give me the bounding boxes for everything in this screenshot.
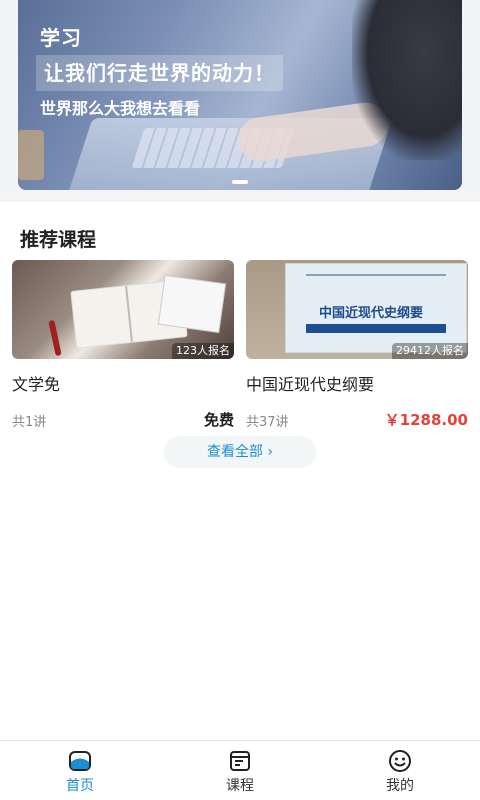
see-all-button[interactable]: 查看全部 › xyxy=(164,436,316,468)
banner-person-image xyxy=(352,0,462,160)
lesson-count: 共1讲 xyxy=(12,415,47,430)
home-page: 学习 让我们行走世界的动力！ 世界那么大我想去看看 推荐课程 123人报名 文学… xyxy=(0,0,480,800)
course-meta: 共37讲 ￥1288.00 xyxy=(246,409,468,430)
cover-band xyxy=(306,324,446,333)
course-name[interactable]: 文学免 xyxy=(12,371,234,395)
course-price: ￥1288.00 xyxy=(384,411,468,429)
enroll-count: 29412人报名 xyxy=(392,343,468,359)
section-title: 推荐课程 xyxy=(20,229,97,251)
cover-title: 中国近现代史纲要 xyxy=(318,306,423,321)
lesson-count: 共37讲 xyxy=(246,415,289,430)
carousel-indicator[interactable] xyxy=(232,180,248,184)
banner-subtitle: 世界那么大我想去看看 xyxy=(40,99,201,118)
course-card[interactable]: 中国近现代史纲要 29412人报名 中国近现代史纲要 共37讲 ￥1288.00 xyxy=(246,260,468,430)
banner-carousel[interactable]: 学习 让我们行走世界的动力！ 世界那么大我想去看看 xyxy=(18,0,462,190)
course-thumbnail[interactable]: 123人报名 xyxy=(12,260,234,359)
course-price: 免费 xyxy=(203,411,234,429)
banner-title: 让我们行走世界的动力！ xyxy=(36,55,283,91)
notebook-image xyxy=(158,276,226,332)
home-icon xyxy=(69,751,91,771)
course-thumbnail[interactable]: 中国近现代史纲要 29412人报名 xyxy=(246,260,468,359)
tab-label: 课程 xyxy=(226,778,254,794)
course-name[interactable]: 中国近现代史纲要 xyxy=(246,371,468,395)
banner-tag: 学习 xyxy=(40,26,82,50)
banner-area: 学习 让我们行走世界的动力！ 世界那么大我想去看看 xyxy=(0,0,480,192)
tab-label: 首页 xyxy=(66,778,94,794)
pen-image xyxy=(48,319,62,357)
tab-label: 我的 xyxy=(386,778,414,794)
book-cover-image: 中国近现代史纲要 xyxy=(286,264,466,352)
cover-line xyxy=(306,274,446,276)
smiley-icon xyxy=(389,750,411,772)
banner-cup-image xyxy=(18,130,44,180)
bottom-tab-bar: 首页 课程 我的 xyxy=(0,740,480,800)
tab-home[interactable]: 首页 xyxy=(0,741,160,800)
course-meta: 共1讲 免费 xyxy=(12,409,234,430)
course-card[interactable]: 123人报名 文学免 共1讲 免费 xyxy=(12,260,234,430)
tab-mine[interactable]: 我的 xyxy=(320,741,480,800)
tab-course[interactable]: 课程 xyxy=(160,741,320,800)
course-icon xyxy=(230,751,250,771)
enroll-count: 123人报名 xyxy=(172,343,234,359)
section-divider xyxy=(0,192,480,202)
